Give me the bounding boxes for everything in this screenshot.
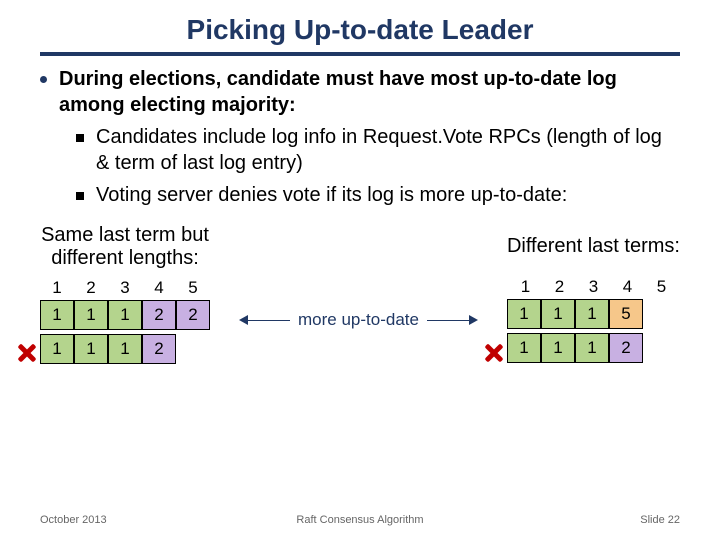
sub-bullet-1: Candidates include log info in Request.V… — [96, 124, 680, 176]
cross-icon — [16, 342, 38, 364]
bullet-icon — [40, 76, 47, 83]
square-bullet-icon — [76, 192, 84, 200]
right-log-row-2: 1112 — [507, 333, 643, 363]
right-caption: Different last terms: — [507, 235, 680, 258]
footer: October 2013 Raft Consensus Algorithm Sl… — [0, 514, 720, 526]
square-bullet-icon — [76, 134, 84, 142]
left-column: Same last term butdifferent lengths: 123… — [40, 224, 210, 368]
center-column: more up-to-date — [239, 224, 478, 368]
diagram: Same last term butdifferent lengths: 123… — [0, 214, 720, 368]
left-index-row: 12345 — [40, 278, 210, 298]
right-log-row-1: 1115 — [507, 299, 643, 329]
slide-title: Picking Up-to-date Leader — [40, 0, 680, 56]
right-column: Different last terms: 12345 1115 1112 — [507, 224, 680, 368]
left-caption: Same last term butdifferent lengths: — [41, 224, 209, 270]
left-log-row-2: 1112 — [40, 334, 176, 364]
left-log-row-1: 11122 — [40, 300, 210, 330]
content: During elections, candidate must have mo… — [0, 66, 720, 208]
cross-icon — [483, 342, 505, 364]
sub-bullet-2: Voting server denies vote if its log is … — [96, 182, 567, 208]
footer-title: Raft Consensus Algorithm — [0, 514, 720, 526]
right-index-row: 12345 — [508, 277, 678, 297]
arrow-label: more up-to-date — [290, 310, 427, 330]
double-arrow-icon: more up-to-date — [239, 310, 478, 330]
bullet-main: During elections, candidate must have mo… — [59, 66, 680, 118]
